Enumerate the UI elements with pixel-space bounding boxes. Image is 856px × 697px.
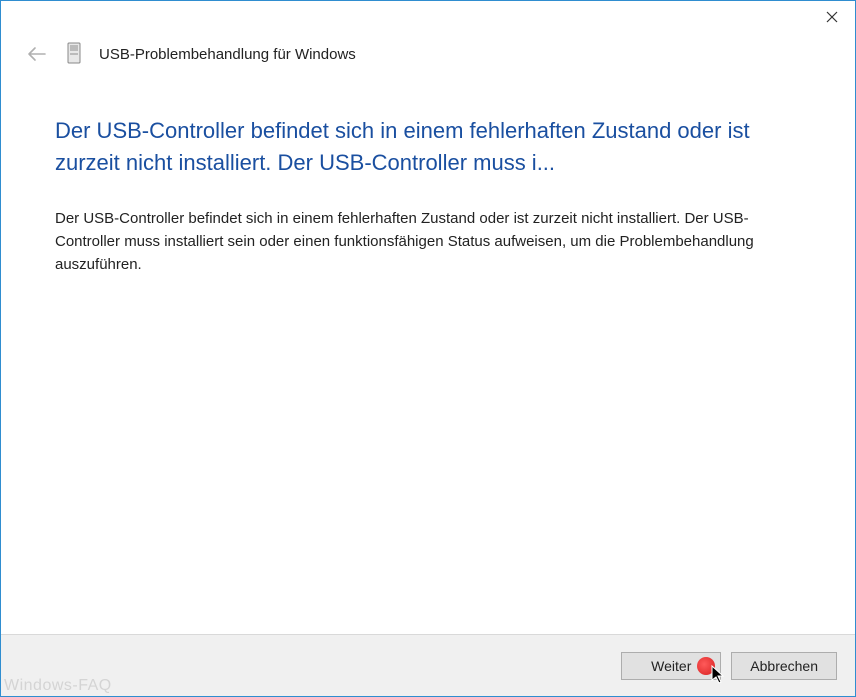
content-area: Der USB-Controller befindet sich in eine… bbox=[1, 75, 855, 634]
cancel-button[interactable]: Abbrechen bbox=[731, 652, 837, 680]
close-button[interactable] bbox=[809, 1, 855, 33]
close-icon bbox=[826, 11, 838, 23]
heading-text: Der USB-Controller befindet sich in eine… bbox=[55, 115, 801, 179]
header-row: USB-Problembehandlung für Windows bbox=[1, 41, 855, 75]
back-arrow-icon bbox=[27, 46, 47, 62]
dialog-title: USB-Problembehandlung für Windows bbox=[99, 46, 356, 63]
dialog-window: USB-Problembehandlung für Windows Der US… bbox=[0, 0, 856, 697]
next-button[interactable]: Weiter bbox=[621, 652, 721, 680]
title-bar bbox=[1, 1, 855, 41]
body-text: Der USB-Controller befindet sich in eine… bbox=[55, 207, 801, 277]
troubleshooter-icon bbox=[63, 41, 85, 67]
footer-bar: Weiter Abbrechen bbox=[1, 634, 855, 696]
back-button[interactable] bbox=[25, 42, 49, 66]
